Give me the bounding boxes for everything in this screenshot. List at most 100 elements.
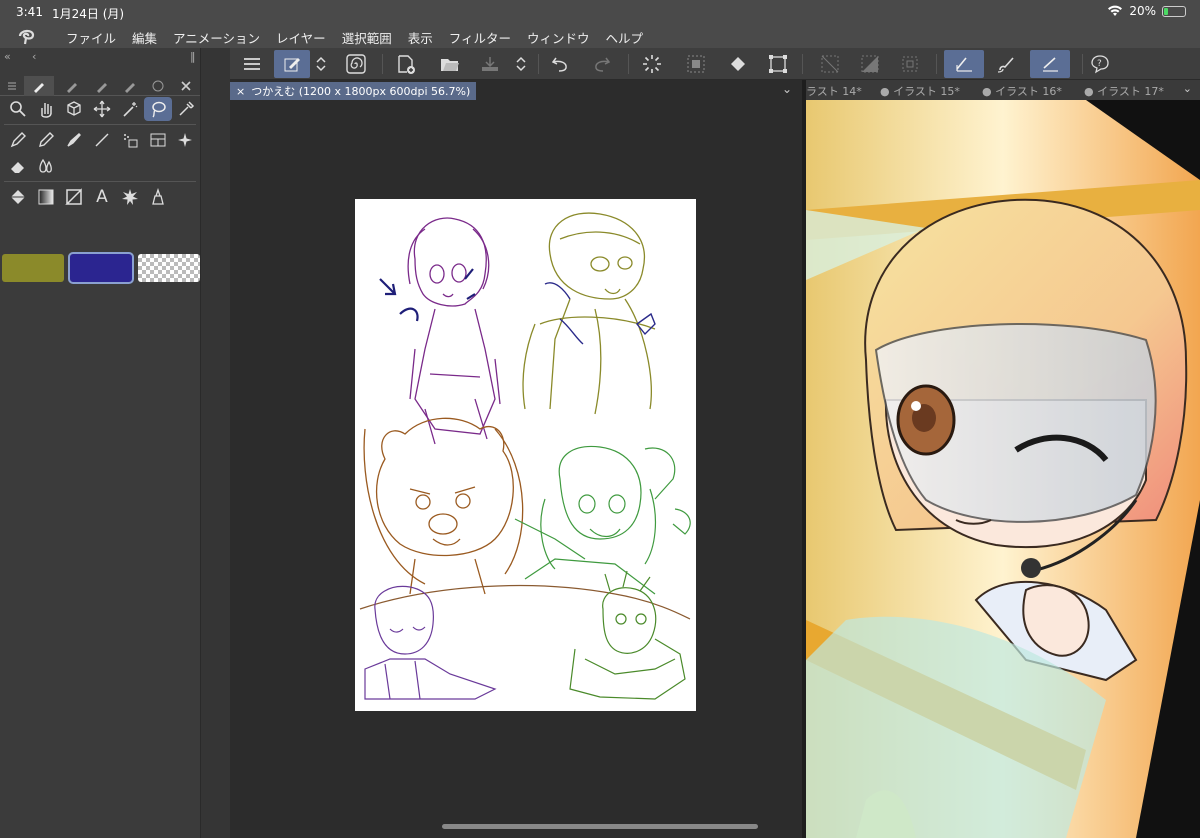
menu-icon[interactable] xyxy=(234,50,270,78)
lasso-icon[interactable] xyxy=(144,97,172,121)
eraser-icon[interactable] xyxy=(4,154,32,178)
menu-file[interactable]: ファイル xyxy=(58,28,124,47)
figure-icon[interactable] xyxy=(60,185,88,209)
spiral-icon[interactable] xyxy=(338,50,374,78)
pen-icon xyxy=(67,83,77,93)
frame-icon[interactable] xyxy=(144,128,172,152)
app-logo-icon[interactable] xyxy=(16,26,38,46)
move-icon[interactable] xyxy=(88,97,116,121)
airbrush-icon xyxy=(152,80,164,92)
save-icon[interactable] xyxy=(472,50,508,78)
updown-icon[interactable] xyxy=(310,50,332,78)
document-title: つかえむ (1200 x 1800px 600dpi 56.7%) xyxy=(251,85,471,98)
tab-airbrush[interactable] xyxy=(146,76,170,96)
pen-tool-icon[interactable] xyxy=(4,128,32,152)
menu-filter[interactable]: フィルター xyxy=(441,28,519,47)
tab-illust-17[interactable]: ● イラスト 17* xyxy=(1084,83,1164,99)
scroll-indicator[interactable] xyxy=(442,824,758,829)
menu-window[interactable]: ウィンドウ xyxy=(519,28,598,47)
loading-icon[interactable] xyxy=(634,50,670,78)
main-color-swatch[interactable] xyxy=(2,254,64,282)
new-file-icon[interactable] xyxy=(388,50,424,78)
redo-icon[interactable] xyxy=(584,50,620,78)
sub-color-swatch[interactable] xyxy=(68,252,134,284)
menu-help[interactable]: ヘルプ xyxy=(598,28,652,47)
tool-tabs xyxy=(0,76,200,96)
tab-brush[interactable] xyxy=(90,76,114,96)
panel-header: « ‹ ‖ » » xyxy=(0,48,230,66)
blend-icon[interactable] xyxy=(32,154,60,178)
status-time: 3:41 xyxy=(16,5,43,19)
chevron-down-icon[interactable]: ⌄ xyxy=(782,82,792,96)
sparkle-icon[interactable] xyxy=(172,128,200,152)
balloon-icon[interactable] xyxy=(116,185,144,209)
status-bar: 3:41 1月24日 (月) 20% xyxy=(0,0,1200,24)
brush-icon xyxy=(97,83,107,93)
text-icon[interactable]: A xyxy=(88,185,116,209)
transparent-color-swatch[interactable] xyxy=(138,254,200,282)
tab-illust-14[interactable]: ラスト 14* xyxy=(806,83,862,99)
select-icon[interactable] xyxy=(678,50,714,78)
eyedropper-icon[interactable] xyxy=(172,97,200,121)
pencil-tool-icon[interactable] xyxy=(32,128,60,152)
magic-wand-icon[interactable] xyxy=(116,97,144,121)
menu-items: ファイル 編集 アニメーション レイヤー 選択範囲 表示 フィルター ウィンドウ… xyxy=(58,28,651,47)
correct-line-icon[interactable] xyxy=(144,185,172,209)
tab-close[interactable] xyxy=(174,76,198,96)
fill-icon[interactable] xyxy=(720,50,756,78)
menu-layer[interactable]: レイヤー xyxy=(268,28,334,47)
menu-edit[interactable]: 編集 xyxy=(124,28,165,47)
menu-selection[interactable]: 選択範囲 xyxy=(334,28,400,47)
invert-icon[interactable] xyxy=(852,50,888,78)
tab-pencil[interactable] xyxy=(24,76,54,96)
crop-icon[interactable] xyxy=(760,50,796,78)
brush-tool-icon[interactable] xyxy=(60,128,88,152)
sketch-boy-olive xyxy=(522,212,656,415)
wifi-icon xyxy=(1108,5,1123,17)
gradient-icon[interactable] xyxy=(32,185,60,209)
menu-view[interactable]: 表示 xyxy=(400,28,441,47)
sketch-arrows-blue xyxy=(379,268,476,322)
object-icon[interactable] xyxy=(60,97,88,121)
tab-document[interactable]: × つかえむ (1200 x 1800px 600dpi 56.7%) xyxy=(230,82,477,100)
zoom-icon[interactable] xyxy=(4,97,32,121)
tab-menu[interactable] xyxy=(0,76,24,96)
battery-percent: 20% xyxy=(1129,4,1156,18)
transform-icon[interactable] xyxy=(892,50,928,78)
menu-bar: ファイル 編集 アニメーション レイヤー 選択範囲 表示 フィルター ウィンドウ… xyxy=(0,24,1200,48)
pen-active-icon[interactable] xyxy=(944,50,984,78)
tab-illust-16[interactable]: ● イラスト 16* xyxy=(982,83,1062,99)
updown-icon[interactable] xyxy=(510,50,532,78)
sketch-bear-brown xyxy=(363,417,524,595)
chevron-down-icon[interactable]: ⌄ xyxy=(1183,82,1192,95)
drawing-canvas[interactable] xyxy=(355,199,696,711)
tab-illust-15[interactable]: ● イラスト 15* xyxy=(880,83,960,99)
close-icon[interactable]: × xyxy=(236,85,245,98)
deselect-icon[interactable] xyxy=(812,50,848,78)
chevron-left-icon[interactable]: ‹ xyxy=(32,50,36,63)
open-folder-icon[interactable] xyxy=(432,50,468,78)
decoration-icon[interactable] xyxy=(116,128,144,152)
sketch-girl-green xyxy=(514,445,691,595)
line-active-icon[interactable] xyxy=(1030,50,1070,78)
help-icon[interactable]: ? xyxy=(1082,50,1118,78)
undo-icon[interactable] xyxy=(542,50,578,78)
collapse-left-icon[interactable]: « xyxy=(4,50,11,63)
canvas-area[interactable]: × つかえむ (1200 x 1800px 600dpi 56.7%) ⌄ xyxy=(230,80,802,838)
menu-animation[interactable]: アニメーション xyxy=(165,28,268,47)
line-tool-icon[interactable] xyxy=(88,128,116,152)
tab-pen[interactable] xyxy=(60,76,84,96)
grip-icon[interactable]: ‖ xyxy=(190,50,196,63)
brush-icon[interactable] xyxy=(988,50,1024,78)
status-right: 20% xyxy=(1107,4,1186,18)
hand-icon[interactable] xyxy=(32,97,60,121)
panel-gutter xyxy=(200,48,230,838)
tab-marker[interactable] xyxy=(118,76,142,96)
list-icon xyxy=(8,82,16,90)
battery-icon xyxy=(1162,5,1186,17)
sketch-girl-purple xyxy=(407,217,501,445)
fill-tool-icon[interactable] xyxy=(4,185,32,209)
reference-illustration xyxy=(806,100,1200,838)
reference-view[interactable] xyxy=(806,100,1200,838)
edit-icon[interactable] xyxy=(274,50,310,78)
